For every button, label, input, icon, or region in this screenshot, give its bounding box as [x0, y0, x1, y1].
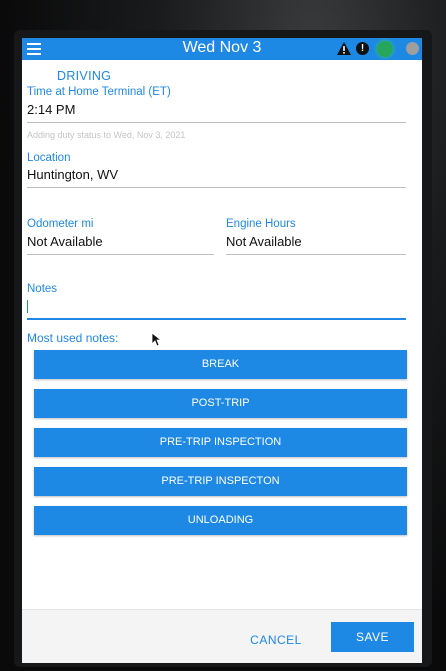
note-button-break[interactable]: BREAK	[34, 350, 407, 379]
time-label: Time at Home Terminal (ET)	[27, 86, 171, 98]
note-button-pre-trip-inspection[interactable]: PRE-TRIP INSPECTION	[34, 428, 407, 457]
duty-status-hint: Adding duty status to Wed, Nov 3, 2021	[27, 130, 186, 140]
duty-status-label[interactable]: DRIVING	[57, 69, 111, 83]
warning-triangle-icon[interactable]	[337, 42, 351, 55]
location-value[interactable]: Huntington, WV	[27, 167, 118, 182]
gray-status-dot-icon[interactable]	[406, 42, 419, 55]
exclamation-circle-icon[interactable]: !	[356, 42, 369, 55]
location-underline	[27, 187, 406, 188]
note-button-unloading[interactable]: UNLOADING	[34, 506, 407, 535]
time-value[interactable]: 2:14 PM	[27, 102, 75, 117]
notes-label: Notes	[27, 283, 58, 295]
engine-hours-value[interactable]: Not Available	[226, 234, 302, 249]
notes-underline	[27, 318, 406, 320]
note-button-pre-trip-inspecton[interactable]: PRE-TRIP INSPECTON	[34, 467, 407, 496]
mouse-pointer-icon	[152, 333, 162, 347]
save-button[interactable]: SAVE	[331, 622, 414, 652]
app-screen: Wed Nov 3 ! DRIVING Time at Home Termina…	[22, 38, 422, 663]
text-caret	[27, 300, 28, 313]
engine-hours-label: Engine Hours	[226, 218, 296, 230]
time-underline	[27, 122, 406, 123]
footer-bar: CANCEL SAVE	[22, 609, 422, 663]
location-label: Location	[27, 152, 71, 164]
engine-hours-underline	[226, 254, 406, 255]
green-status-dot-icon[interactable]	[377, 41, 393, 57]
notes-input[interactable]	[30, 299, 400, 315]
most-used-notes-label: Most used notes:	[27, 331, 119, 345]
odometer-underline	[27, 254, 214, 255]
cancel-button[interactable]: CANCEL	[237, 628, 315, 652]
odometer-value[interactable]: Not Available	[27, 234, 103, 249]
top-app-bar: Wed Nov 3 !	[22, 38, 422, 60]
odometer-label: Odometer mi	[27, 218, 94, 230]
note-button-post-trip[interactable]: POST-TRIP	[34, 389, 407, 418]
